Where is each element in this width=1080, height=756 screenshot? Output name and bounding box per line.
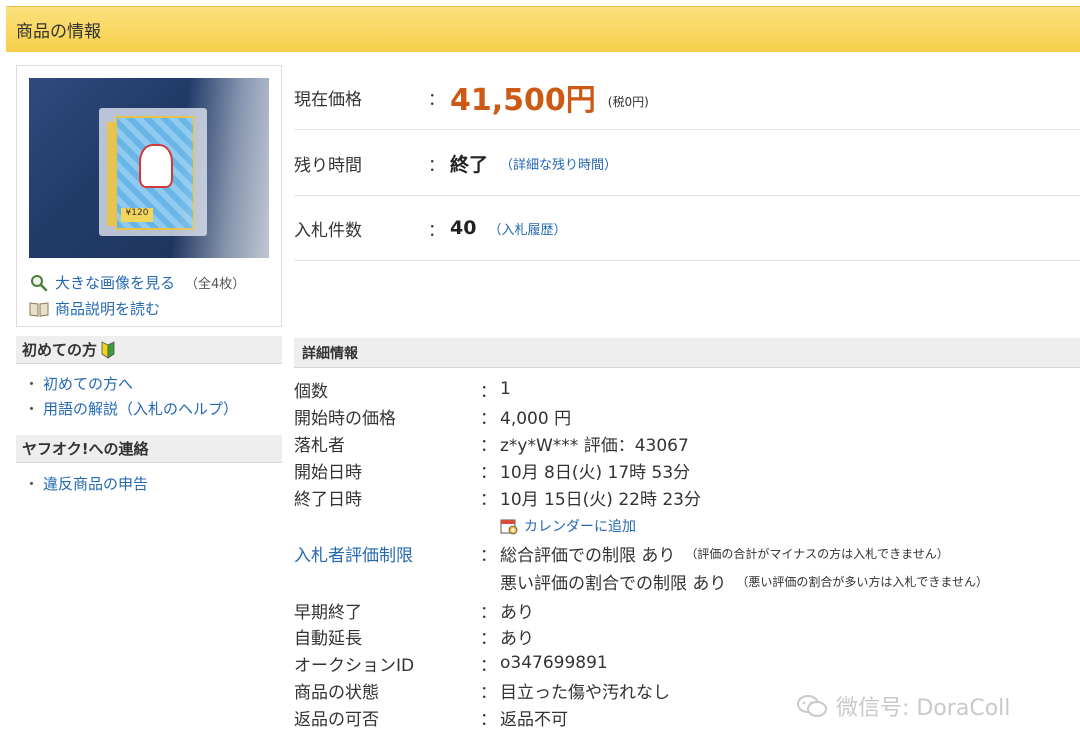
current-price-value: 41,500円 [450,83,596,118]
current-price-row: 現在価格 ： 41,500円 (税0円) [294,65,1080,130]
detailed-time-link[interactable]: （詳細な残り時間） [500,154,617,173]
read-description-row: 商品説明を読む [29,298,160,319]
detail-row-end-date: 終了日時 ： 10月 15日(火) 22時 23分 [294,489,702,510]
sidebar-link-beginners[interactable]: ・初めての方へ [24,373,133,394]
section-title: 商品の情報 [16,22,101,42]
current-price-label: 現在価格 [294,89,362,110]
remaining-time-label: 残り時間 [294,155,362,176]
bid-count-row: 入札件数 ： 40 （入札履歴） [294,196,1080,261]
detail-row-early-end: 早期終了 ： あり [294,602,534,623]
beginners-heading: 初めての方 [16,336,282,364]
calendar-icon [500,517,518,535]
watermark: 微信号: DoraColl [796,690,1010,722]
magnifier-icon [29,273,49,293]
product-image-box: ¥120 大きな画像を見る （全4枚） 商品説明を読む [16,65,282,327]
add-to-calendar-link[interactable]: カレンダーに追加 [524,516,636,536]
remaining-time-value: 終了 [450,153,489,176]
remaining-time-row: 残り時間 ： 終了 （詳細な残り時間） [294,131,1080,196]
detail-row-quantity: 個数 ： 1 [294,379,511,402]
sidebar-link-report-violation[interactable]: ・違反商品の申告 [24,473,148,494]
detail-row-auction-id: オークションID ： o347699891 [294,653,608,676]
card-character [139,144,173,188]
bid-count-label: 入札件数 [294,220,362,241]
calendar-row: カレンダーに追加 [294,513,1080,539]
view-large-image-link[interactable]: 大きな画像を見る [55,272,175,293]
wechat-icon [796,694,828,718]
contact-heading: ヤフオク!への連絡 [16,435,282,463]
tax-note: (税0円) [607,94,649,109]
detail-row-start-price: 開始時の価格 ： 4,000 円 [294,408,572,429]
bid-count-value: 40 [450,217,477,239]
bid-history-link[interactable]: （入札履歴） [488,219,566,238]
bidder-restriction-link[interactable]: 入札者評価制限 [294,541,480,566]
product-photo[interactable]: ¥120 [29,78,269,258]
detail-row-winner: 落札者 ： z*y*W*** 評価：43067 [294,435,689,456]
detail-heading: 詳細情報 [294,338,1080,368]
read-description-link[interactable]: 商品説明を読む [55,298,160,319]
image-count: （全4枚） [185,277,246,292]
detail-row-start-date: 開始日時 ： 10月 8日(火) 17時 53分 [294,462,691,483]
detail-row-auto-extend: 自動延長 ： あり [294,628,534,649]
detail-row-bidder-restriction: 入札者評価制限 ： 総合評価での制限 あり （評価の合計がマイナスの方は入札でき… [294,540,1080,566]
card-number: ¥120 [121,208,153,222]
sidebar-link-glossary[interactable]: ・用語の解説（入札のヘルプ） [24,398,238,419]
detail-row-bad-rating-restriction: 悪い評価の割合での制限 あり （悪い評価の割合が多い方は入札できません） [500,573,989,594]
book-icon [29,299,49,319]
view-large-image-row: 大きな画像を見る （全4枚） [29,272,245,293]
sleeve-glare [167,78,269,258]
beginner-mark-icon [101,340,115,359]
section-header: 商品の情報 [6,6,1080,52]
